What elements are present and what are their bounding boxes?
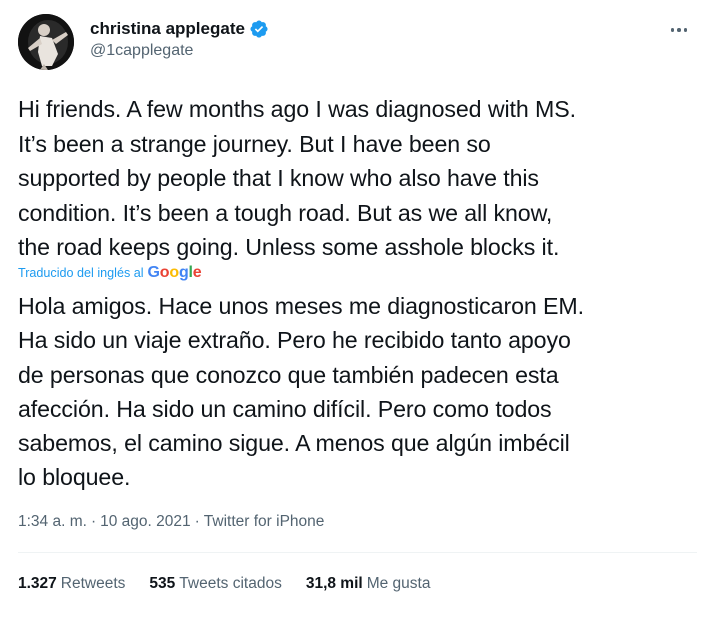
- quotes-count: 535: [149, 575, 176, 592]
- tweet-time[interactable]: 1:34 a. m.: [18, 513, 87, 531]
- tweet-translation: Hola amigos. Hace unos meses me diagnost…: [18, 293, 584, 491]
- handle[interactable]: @1capplegate: [90, 42, 269, 60]
- meta-separator: ·: [194, 513, 200, 530]
- author-names: christina applegate @1capplegate: [90, 18, 269, 60]
- tweet: christina applegate @1capplegate Hi frie…: [0, 0, 715, 620]
- retweets-label: Retweets: [60, 575, 126, 592]
- quotes-label: Tweets citados: [179, 575, 282, 592]
- retweets-count: 1.327: [18, 575, 57, 592]
- likes-label: Me gusta: [366, 575, 431, 592]
- likes-count: 31,8 mil: [305, 575, 363, 592]
- tweet-source[interactable]: Twitter for iPhone: [204, 513, 325, 531]
- translated-by[interactable]: Traducido del inglés al Google: [18, 264, 202, 282]
- google-logo: Google: [147, 264, 202, 281]
- tweet-text: Hi friends. A few months ago I was diagn…: [18, 96, 576, 261]
- divider: [18, 552, 697, 553]
- display-name[interactable]: christina applegate: [90, 19, 245, 39]
- likes-stat[interactable]: 31,8 mil Me gusta: [306, 575, 431, 593]
- tweet-meta: 1:34 a. m. · 10 ago. 2021 · Twitter for …: [18, 513, 324, 531]
- verified-badge-icon: [249, 19, 269, 39]
- translated-by-label: Traducido del inglés al: [18, 266, 144, 280]
- more-options-icon[interactable]: [665, 20, 693, 40]
- meta-separator: ·: [90, 513, 97, 530]
- tweet-stats: 1.327 Retweets 535 Tweets citados 31,8 m…: [18, 575, 430, 593]
- tweet-header: christina applegate @1capplegate: [18, 14, 697, 74]
- tweet-date[interactable]: 10 ago. 2021: [100, 513, 191, 531]
- quotes-stat[interactable]: 535 Tweets citados: [149, 575, 281, 593]
- display-name-row: christina applegate: [90, 18, 269, 40]
- avatar[interactable]: [18, 14, 74, 70]
- retweets-stat[interactable]: 1.327 Retweets: [18, 575, 125, 593]
